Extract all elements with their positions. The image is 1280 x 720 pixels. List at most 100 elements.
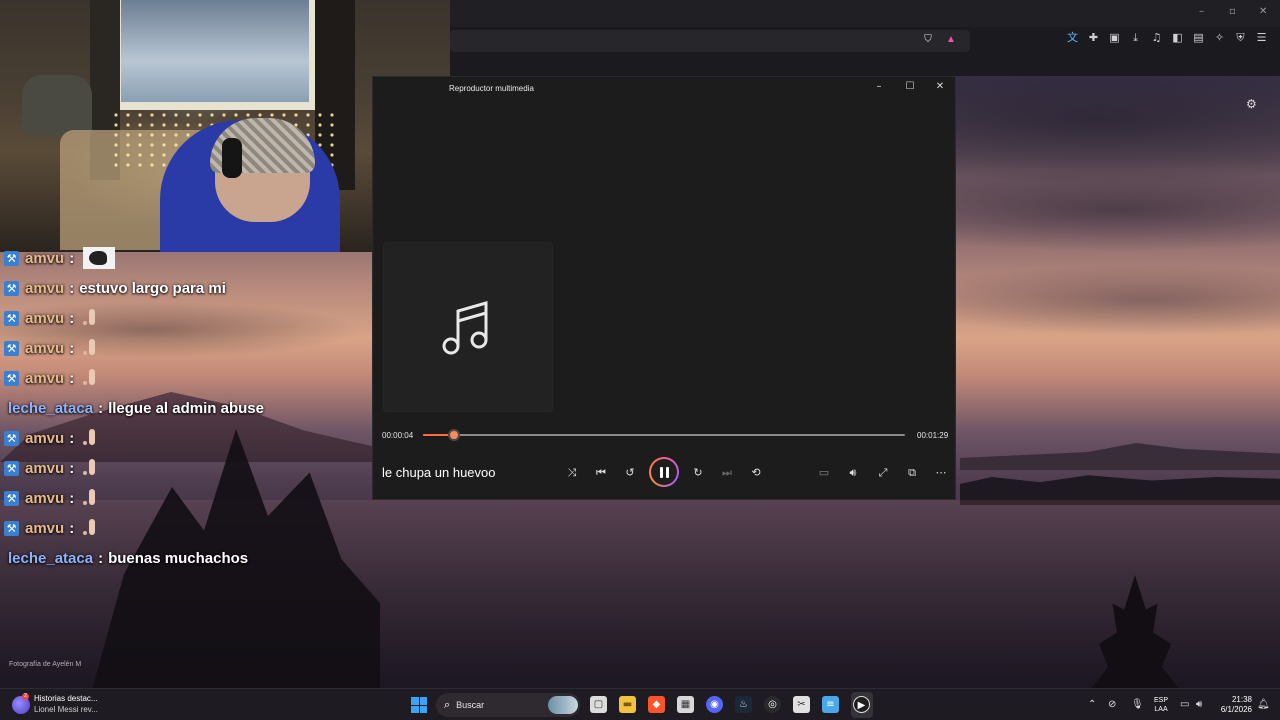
mini-player-icon[interactable]: ⧉ [903,464,921,482]
snipping-tool-icon[interactable]: ✂ [793,696,810,713]
chat-message: ⚒ amvu: [4,516,96,540]
brave-rewards-icon[interactable]: ▲ [945,34,957,46]
search-highlight-image [548,696,578,714]
pause-button[interactable] [649,457,679,487]
music-icon[interactable]: ♫ [1150,31,1163,44]
chat-username[interactable]: amvu [25,460,64,477]
notepad-icon[interactable]: ≡ [822,696,839,713]
repeat-icon[interactable]: ⟲ [747,464,765,482]
notifications-icon[interactable]: 🔔︎ [1257,699,1270,710]
fullscreen-icon[interactable]: ⤢ [874,464,892,482]
widget-subheadline[interactable]: Lionel Messi rev... [34,705,98,714]
translate-icon[interactable]: 文 [1066,31,1079,44]
more-options-icon[interactable]: ⋯ [932,464,950,482]
pause-icon [651,459,677,485]
input-language[interactable]: ESP LAA [1154,696,1168,714]
steam-icon[interactable]: ♨ [735,696,752,713]
screenshot-icon[interactable]: ▣ [1108,31,1121,44]
previous-icon[interactable]: ⏮ [592,464,610,482]
media-player-window: Reproductor multimedia – ☐ ✕ 00:00:04 00… [372,76,956,500]
taskbar: 2 Historias destac... Lionel Messi rev..… [0,688,1280,720]
chat-separator: : [69,279,75,297]
chat-emote-image [83,489,96,507]
chat-message: ⚒ amvu: [4,366,96,390]
media-player-taskbar-icon[interactable]: ▶ [853,696,870,713]
chat-username[interactable]: amvu [25,280,64,297]
chat-username[interactable]: leche_ataca [8,400,93,417]
menu-icon[interactable]: ☰ [1255,31,1268,44]
chat-emote-image [83,459,96,477]
widget-headline[interactable]: Historias destac... [34,694,98,703]
shuffle-icon[interactable]: ⤨ [563,464,581,482]
volume-icon[interactable]: 🔊︎ [844,464,862,482]
moderator-badge-icon: ⚒ [4,310,19,326]
seek-bar[interactable] [423,429,905,441]
leo-ai-icon[interactable]: ✧ [1213,31,1226,44]
brave-browser-icon[interactable]: ◆ [648,696,665,713]
vpn-shield-icon[interactable]: ⛨ [1234,31,1247,44]
player-close-icon[interactable]: ✕ [932,81,948,92]
network-off-icon[interactable]: ⊘ [1108,699,1116,710]
taskbar-search[interactable]: ⌕ Buscar [436,693,580,717]
moderator-badge-icon: ⚒ [4,340,19,356]
rewind-10-icon[interactable]: ↺ [621,464,639,482]
brave-shield-icon[interactable]: ⛉ [922,34,934,46]
chat-message: ⚒ amvu: [4,336,96,360]
chat-username[interactable]: leche_ataca [8,550,93,567]
moderator-badge-icon: ⚒ [4,250,19,266]
chat-separator: : [69,309,75,327]
chat-username[interactable]: amvu [25,520,64,537]
chat-message: ⚒ amvu: [4,456,96,480]
chat-message-text: buenas muchachos [108,549,249,567]
chat-message: leche_ataca: llegue al admin abuse [8,396,264,420]
browser-close-icon[interactable]: ✕ [1259,6,1267,17]
browser-minimize-icon[interactable]: – [1199,6,1204,17]
chat-username[interactable]: amvu [25,370,64,387]
chat-username[interactable]: amvu [25,250,64,267]
time-elapsed: 00:00:04 [382,431,414,440]
chat-message-text: llegue al admin abuse [108,399,264,417]
player-maximize-icon[interactable]: ☐ [902,81,918,92]
seek-bar-thumb[interactable] [448,429,461,441]
display-icon[interactable]: ▭ [1180,699,1189,710]
sidebar-icon[interactable]: ◧ [1171,31,1184,44]
chat-username[interactable]: amvu [25,340,64,357]
download-icon[interactable]: ⤓ [1129,31,1142,44]
wallet-icon[interactable]: ▤ [1192,31,1205,44]
browser-extension-toolbar: 文 ✚ ▣ ⤓ ♫ ◧ ▤ ✧ ⛨ ☰ [1066,31,1268,44]
forward-30-icon[interactable]: ↻ [689,464,707,482]
browser-maximize-icon[interactable]: ▫ [1229,6,1236,17]
moderator-badge-icon: ⚒ [4,370,19,386]
captions-icon[interactable]: ▭ [815,464,833,482]
chat-username[interactable]: amvu [25,310,64,327]
calculator-icon[interactable]: ▦ [677,696,694,713]
moderator-badge-icon: ⚒ [4,430,19,446]
song-title: le chupa un huevoo [382,465,496,480]
moderator-badge-icon: ⚒ [4,520,19,536]
webcam-window-background [115,0,315,110]
chat-message: ⚒ amvu: estuvo largo para mi [4,276,226,300]
microphone-icon[interactable]: 🎙︎ [1131,699,1144,710]
address-bar[interactable] [450,30,970,52]
chat-separator: : [69,339,75,357]
chat-message: ⚒ amvu: [4,246,116,270]
chat-username[interactable]: amvu [25,490,64,507]
next-icon[interactable]: ⏭ [718,464,736,482]
discord-icon[interactable]: ◉ [706,696,723,713]
system-clock[interactable]: 21:38 6/1/2026 [1214,695,1252,715]
task-view-icon[interactable]: ▢ [590,696,607,713]
input-language-code: ESP [1154,697,1169,704]
start-icon[interactable] [411,697,427,713]
file-explorer-icon[interactable]: ▬ [619,696,636,713]
chat-emote-image [83,519,96,537]
player-minimize-icon[interactable]: – [871,81,887,92]
chat-separator: : [69,249,75,267]
extensions-icon[interactable]: ✚ [1087,31,1100,44]
speaker-icon[interactable]: 🔊︎ [1196,699,1202,710]
music-note-icon [442,301,488,355]
chat-username[interactable]: amvu [25,430,64,447]
gear-icon[interactable]: ⚙ [1246,97,1257,111]
tray-overflow-icon[interactable]: ⌃ [1088,699,1096,710]
chat-message: ⚒ amvu: [4,426,96,450]
obs-icon[interactable]: ◎ [764,696,781,713]
